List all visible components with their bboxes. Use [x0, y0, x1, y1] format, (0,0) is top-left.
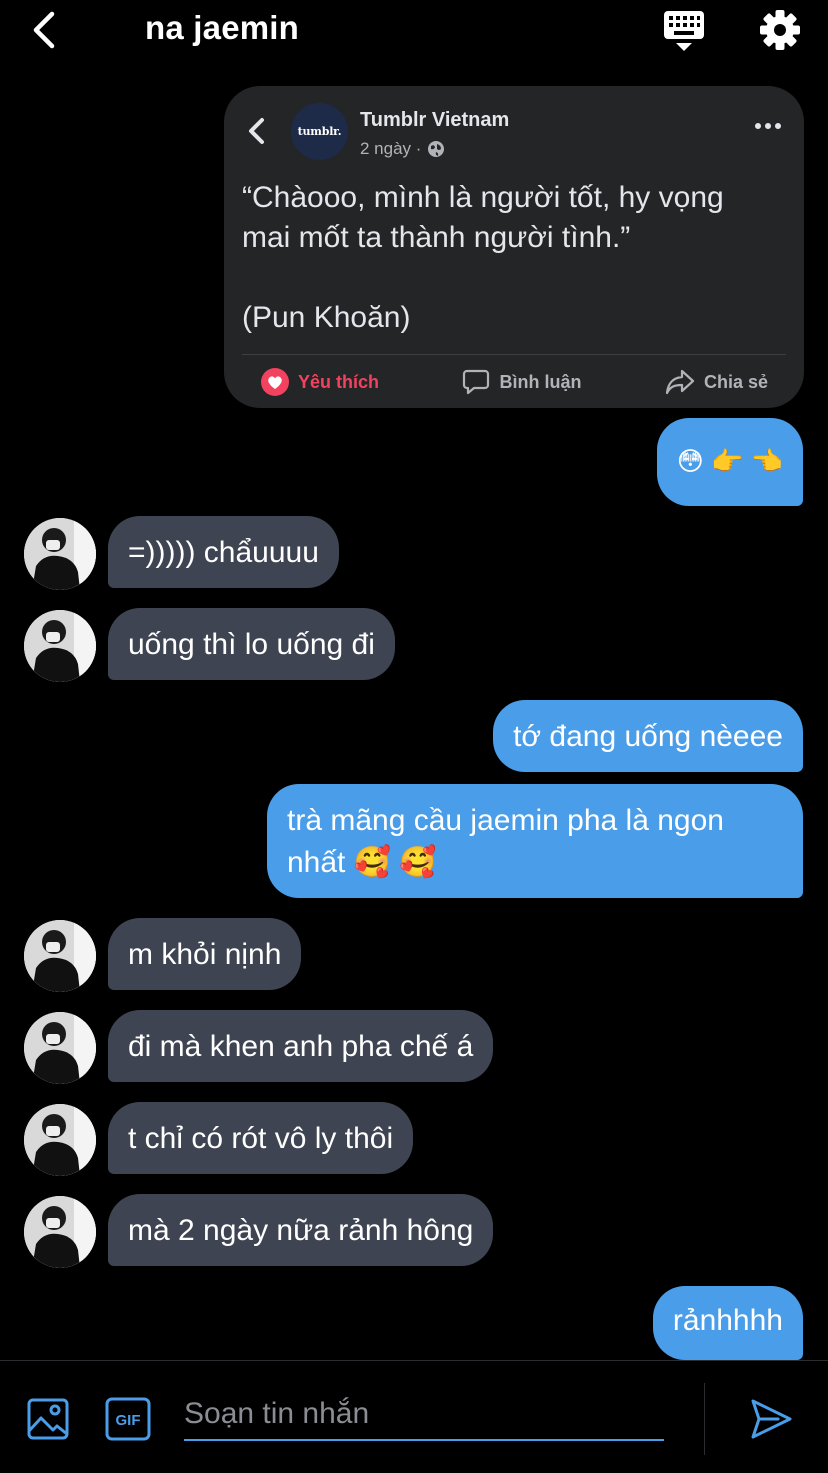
page-avatar[interactable]: tumblr. — [291, 103, 348, 160]
message-bubble-incoming[interactable]: đi mà khen anh pha chế á — [108, 1010, 494, 1082]
gif-label: GIF — [116, 1412, 141, 1429]
gif-icon: GIF — [105, 1397, 151, 1441]
chevron-left-icon — [249, 118, 264, 144]
avatar[interactable] — [24, 518, 96, 590]
message-bubble-outgoing[interactable]: trà mãng cầu jaemin pha là ngon nhất 🥰 🥰 — [267, 784, 803, 898]
gear-icon — [760, 10, 800, 50]
composer-divider — [704, 1383, 705, 1455]
globe-icon — [428, 141, 445, 157]
avatar[interactable] — [24, 610, 96, 682]
message-bubble-incoming[interactable]: t chỉ có rót vô ly thôi — [108, 1102, 414, 1174]
chat-title: na jaemin — [145, 9, 300, 46]
keyboard-button[interactable] — [660, 8, 708, 54]
send-button[interactable] — [748, 1397, 794, 1441]
message-input[interactable] — [184, 1389, 664, 1441]
image-icon — [27, 1398, 69, 1440]
comment-button[interactable]: Bình luận — [443, 367, 599, 397]
avatar-photo — [24, 1104, 96, 1176]
message-bubble-outgoing[interactable]: 😳 👉 👈 — [656, 418, 803, 506]
post-time: 2 ngày · — [360, 139, 422, 158]
add-image-button[interactable] — [26, 1397, 70, 1441]
avatar-photo — [24, 1012, 96, 1084]
comment-label: Bình luận — [499, 371, 582, 392]
avatar[interactable] — [24, 1012, 96, 1084]
post-actions: Yêu thích Bình luận Chia sẻ — [242, 364, 786, 400]
post-divider — [242, 354, 786, 355]
chat-screen: na jaemin tumblr. Tumblr Vietnam 2 ngày … — [0, 0, 828, 1473]
send-icon — [751, 1399, 792, 1439]
share-button[interactable]: Chia sẻ — [646, 367, 786, 397]
avatar-photo — [24, 920, 96, 992]
share-label: Chia sẻ — [703, 371, 768, 392]
avatar[interactable] — [24, 1196, 96, 1268]
back-button[interactable] — [22, 8, 66, 52]
message-composer: GIF — [0, 1360, 828, 1473]
message-bubble-outgoing[interactable]: tớ đang uống nèeee — [493, 700, 803, 772]
post-more-button[interactable] — [752, 116, 786, 136]
more-dots-icon — [755, 123, 781, 129]
post-text: “Chàooo, mình là người tốt, hy vọng mai … — [242, 181, 724, 334]
settings-button[interactable] — [756, 6, 804, 54]
add-gif-button[interactable]: GIF — [105, 1397, 151, 1441]
avatar[interactable] — [24, 920, 96, 992]
avatar-photo — [24, 610, 96, 682]
keyboard-icon — [664, 11, 704, 51]
post-back-button[interactable] — [242, 116, 272, 146]
like-label: Yêu thích — [298, 371, 380, 392]
post-author[interactable]: Tumblr Vietnam — [360, 109, 509, 132]
avatar-photo — [24, 1196, 96, 1268]
message-bubble-incoming[interactable]: =))))) chẩuuuu — [108, 516, 339, 588]
back-arrow-icon — [33, 11, 55, 49]
message-bubble-incoming[interactable]: mà 2 ngày nữa rảnh hông — [108, 1194, 494, 1266]
heart-icon — [261, 368, 289, 396]
avatar-photo — [24, 518, 96, 590]
share-icon — [665, 369, 695, 395]
comment-icon — [463, 369, 490, 395]
like-button[interactable]: Yêu thích — [242, 367, 397, 397]
post-meta: 2 ngày · — [360, 139, 445, 159]
chat-header: na jaemin — [0, 0, 828, 62]
message-bubble-outgoing[interactable]: rảnhhhh — [652, 1286, 803, 1360]
avatar[interactable] — [24, 1104, 96, 1176]
message-bubble-incoming[interactable]: uống thì lo uống đi — [108, 608, 395, 680]
shared-post-card[interactable]: tumblr. Tumblr Vietnam 2 ngày · “Chàooo,… — [224, 86, 804, 408]
message-bubble-incoming[interactable]: m khỏi nịnh — [108, 918, 302, 990]
